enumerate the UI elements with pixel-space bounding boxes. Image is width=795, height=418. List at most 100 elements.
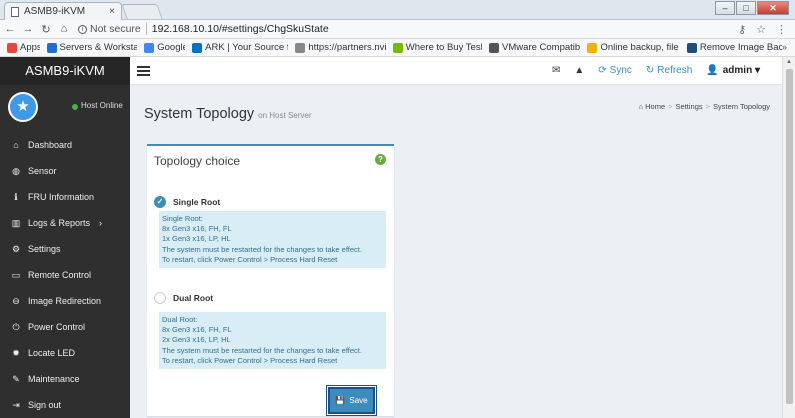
info-icon[interactable]: i <box>78 24 87 34</box>
bookmark-item[interactable]: Remove Image Back <box>686 42 782 53</box>
bookmark-icon <box>295 42 306 53</box>
sidebar-item-maintenance[interactable]: ✎ Maintenance <box>0 366 130 392</box>
maximize-icon[interactable]: □ <box>736 1 756 15</box>
brand-logo[interactable]: ASMB9-iKVM <box>0 57 130 85</box>
bookmarks-bar: Apps Servers & Workstati Google ARK | Yo… <box>0 39 795 57</box>
disk-icon: ⊖ <box>12 295 20 306</box>
bookmark-icon <box>144 42 155 53</box>
page-scrollbar[interactable]: ▲ <box>782 57 795 418</box>
browser-menu-icon[interactable]: ⋮ <box>776 23 787 36</box>
sidebar-item-image-redirection[interactable]: ⊖ Image Redirection <box>0 288 130 314</box>
breadcrumb-current: System Topology <box>713 102 770 111</box>
not-secure-label[interactable]: Not secure <box>90 23 147 35</box>
single-root-option[interactable]: ✓ Single Root <box>154 196 220 208</box>
page-icon <box>11 6 19 17</box>
star-icon: ★ <box>8 92 38 122</box>
save-button[interactable]: 💾 Save <box>327 386 376 415</box>
wrench-icon: ✎ <box>12 373 20 384</box>
back-icon[interactable]: ← <box>2 23 18 35</box>
bookmark-icon <box>46 42 57 53</box>
gear-icon: ⚙ <box>11 243 21 254</box>
bookmark-item[interactable]: ARK | Your Source fo <box>192 42 288 53</box>
key-icon[interactable]: ⚷ <box>738 23 746 36</box>
sidebar-item-locate-led[interactable]: ✹ Locate LED <box>0 340 130 366</box>
sidebar-item-fru-information[interactable]: ℹ FRU Information <box>0 184 130 210</box>
info-icon: ℹ <box>14 191 18 202</box>
panel-title: Topology choice ? <box>147 146 394 170</box>
window-close-icon[interactable]: ✕ <box>757 1 789 15</box>
chevron-right-icon: › <box>99 218 102 228</box>
single-root-description: Single Root: 8x Gen3 x16, FH, FL 1x Gen3… <box>159 211 386 269</box>
bar-chart-icon: ▥ <box>11 217 21 228</box>
window-controls: – □ ✕ <box>714 1 789 15</box>
floppy-disk-icon: 💾 <box>335 396 346 405</box>
hamburger-icon[interactable] <box>137 64 150 78</box>
sidebar-item-dashboard[interactable]: ⌂ Dashboard <box>0 132 130 158</box>
monitor-icon: ▭ <box>11 269 21 280</box>
bookmark-item[interactable]: https://partners.nvid <box>295 42 386 53</box>
sidebar-item-power-control[interactable]: ⏻ Power Control <box>0 314 130 340</box>
address-bar: ← → ↻ ⌂ i Not secure 192.168.10.10/#sett… <box>0 20 795 39</box>
scroll-thumb[interactable] <box>786 69 793 404</box>
sidebar-item-logs-reports[interactable]: ▥ Logs & Reports › <box>0 210 130 236</box>
bookmark-item[interactable]: Online backup, file s <box>587 42 680 53</box>
bookmarks-more-icon[interactable]: » <box>782 42 787 53</box>
breadcrumb: ⌂ Home > Settings > System Topology <box>638 102 770 111</box>
home-icon: ⌂ <box>13 140 19 150</box>
bookmark-star-icon[interactable]: ☆ <box>756 23 766 36</box>
url-input[interactable]: 192.168.10.10/#settings/ChgSkuState <box>152 23 329 35</box>
bookmark-icon <box>192 42 203 53</box>
page-title: System Topology on Host Server <box>144 106 312 122</box>
bookmark-icon <box>392 42 403 53</box>
warning-icon[interactable]: ▲ <box>574 65 584 76</box>
help-icon[interactable]: ? <box>375 154 386 165</box>
dual-root-description: Dual Root: 8x Gen3 x16, FH, FL 2x Gen3 x… <box>159 312 386 370</box>
tab-title: ASMB9-iKVM <box>24 6 86 17</box>
user-icon: 👤 <box>706 65 719 76</box>
refresh-icon: ↻ <box>645 65 655 76</box>
bookmark-icon <box>686 42 697 53</box>
bookmark-icon <box>587 42 598 53</box>
home-icon[interactable]: ⌂ <box>56 23 72 35</box>
sidebar: ASMB9-iKVM ★ Host Online ⌂ Dashboard ◍ Sen… <box>0 57 130 418</box>
tab-close-icon[interactable]: × <box>109 6 115 17</box>
bookmark-item[interactable]: Google <box>144 42 185 53</box>
radio-checked-icon[interactable]: ✓ <box>154 196 166 208</box>
sidebar-item-sensor[interactable]: ◍ Sensor <box>0 158 130 184</box>
power-icon: ⏻ <box>12 321 20 332</box>
envelope-icon[interactable]: ✉ <box>552 65 560 76</box>
page-subtitle: on Host Server <box>258 111 312 120</box>
dual-root-option[interactable]: Dual Root <box>154 292 213 304</box>
bookmark-item[interactable]: VMware Compatibili <box>489 42 580 53</box>
sidebar-item-remote-control[interactable]: ▭ Remote Control <box>0 262 130 288</box>
led-icon: ✹ <box>12 347 20 358</box>
host-status: Host Online <box>81 101 123 110</box>
apps-icon <box>7 42 17 53</box>
browser-tab[interactable]: ASMB9-iKVM × <box>4 2 122 20</box>
refresh-button[interactable]: ↻ Refresh <box>646 65 692 76</box>
radio-unchecked-icon[interactable] <box>154 292 166 304</box>
breadcrumb-settings[interactable]: Settings <box>676 102 703 111</box>
minimize-icon[interactable]: – <box>715 1 735 15</box>
bookmark-item[interactable]: Where to Buy Tesla <box>392 42 482 53</box>
user-menu[interactable]: 👤 admin ▾ <box>706 65 760 76</box>
user-panel: ★ Host Online <box>0 85 130 132</box>
home-icon: ⌂ <box>638 102 644 111</box>
reload-icon[interactable]: ↻ <box>38 23 54 36</box>
main-content: System Topology on Host Server ⌂ Home > Sett… <box>130 85 782 418</box>
sync-button[interactable]: ⟳ Sync <box>598 65 632 76</box>
bookmark-item[interactable]: Apps <box>7 42 40 53</box>
breadcrumb-home[interactable]: Home <box>645 102 665 111</box>
sidebar-item-settings[interactable]: ⚙ Settings <box>0 236 130 262</box>
bookmark-icon <box>489 42 500 53</box>
bookmark-item[interactable]: Servers & Workstati <box>46 42 137 53</box>
status-dot-icon <box>72 104 78 110</box>
sidebar-item-sign-out[interactable]: ⇥ Sign out <box>0 392 130 418</box>
sign-out-icon: ⇥ <box>12 399 20 410</box>
forward-icon[interactable]: → <box>20 23 36 35</box>
new-tab-button[interactable] <box>121 4 163 19</box>
sync-icon: ⟳ <box>598 65 607 76</box>
browser-tabstrip: ASMB9-iKVM × – □ ✕ <box>0 0 795 20</box>
scroll-up-icon[interactable]: ▲ <box>786 59 792 65</box>
topology-panel: Topology choice ? ✓ Single Root Single R… <box>147 144 394 416</box>
